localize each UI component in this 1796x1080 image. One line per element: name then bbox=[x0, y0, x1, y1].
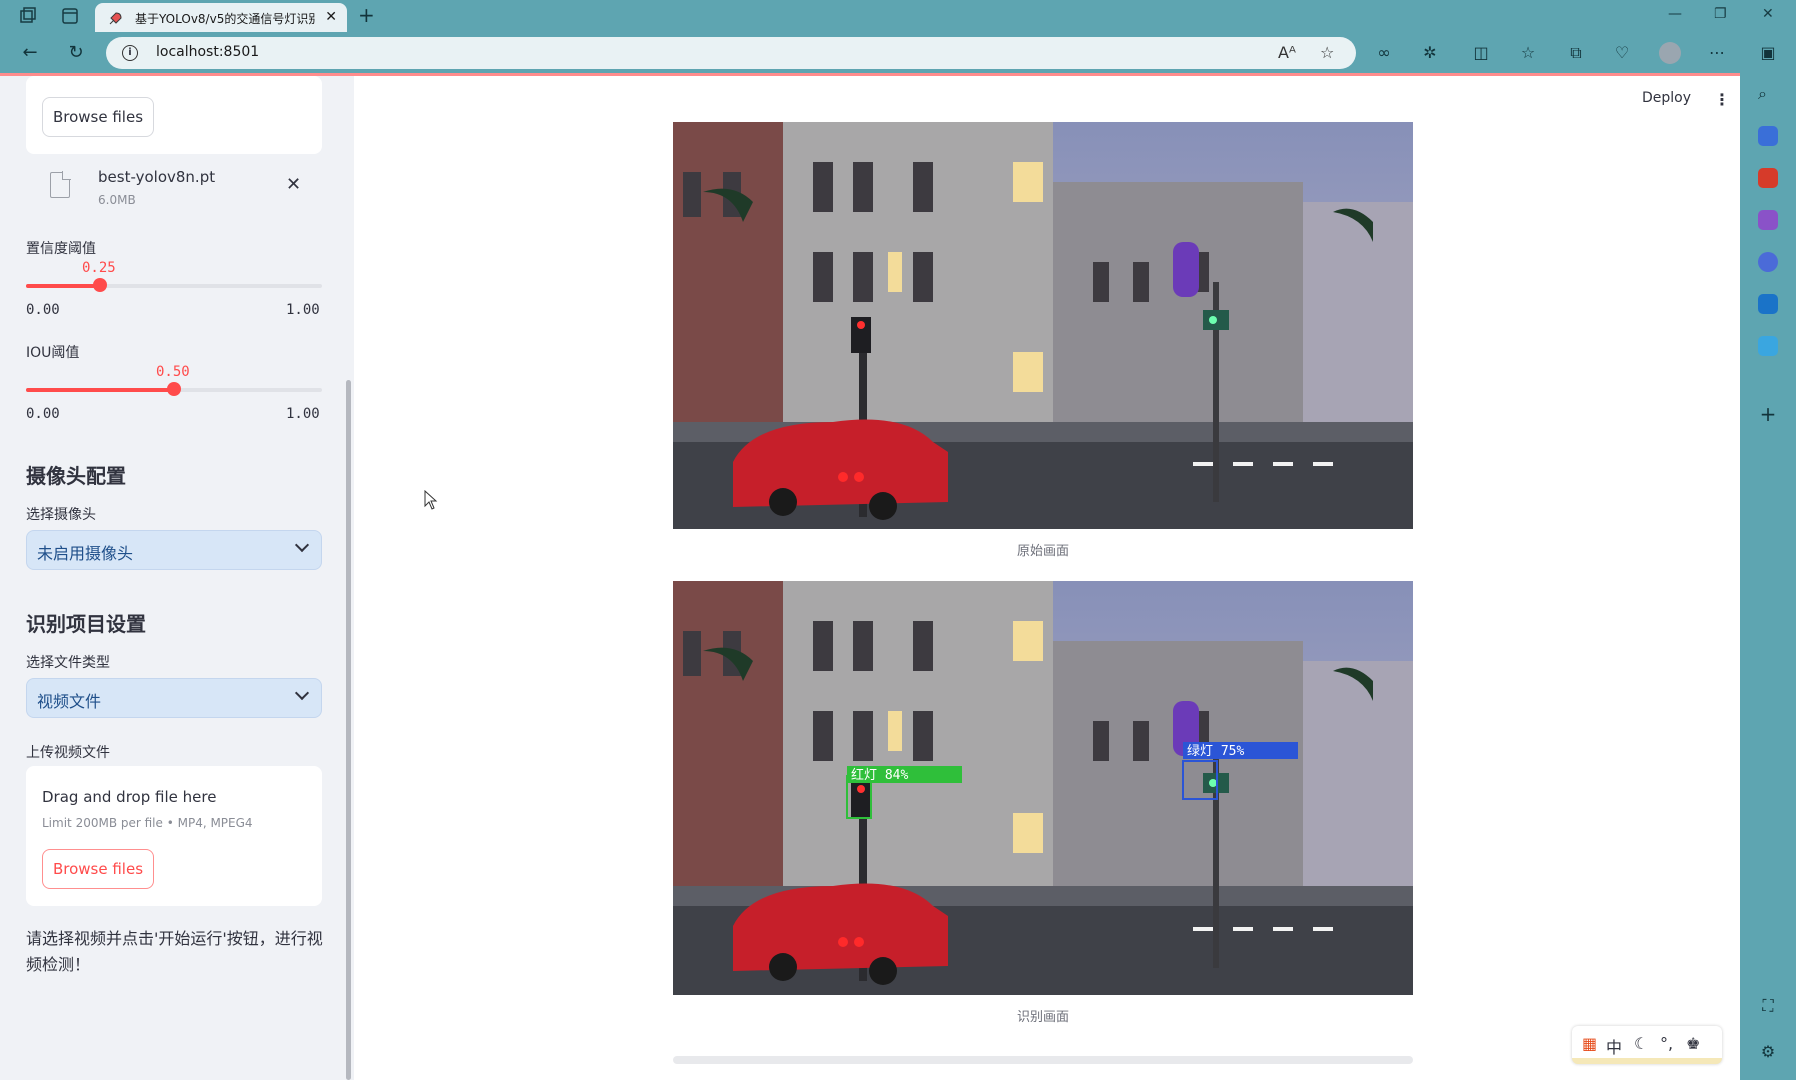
chevron-down-icon bbox=[294, 685, 310, 701]
new-tab-icon[interactable]: + bbox=[358, 3, 375, 27]
screenshot-icon[interactable]: ⛶ bbox=[1758, 996, 1778, 1016]
detection-label-red: 红灯 84% bbox=[851, 767, 908, 783]
copilot-infinity-icon[interactable]: ∞ bbox=[1374, 43, 1394, 63]
file-type-select-value: 视频文件 bbox=[37, 692, 102, 711]
profile-avatar[interactable] bbox=[1659, 42, 1681, 64]
file-type-select[interactable]: 视频文件 bbox=[26, 678, 322, 718]
skin-shirt-icon[interactable]: ♚ bbox=[1686, 1034, 1700, 1053]
browser-essentials-icon[interactable]: ♡ bbox=[1612, 43, 1632, 63]
address-bar[interactable]: i localhost:8501 Aᴬ ☆ bbox=[106, 37, 1356, 69]
iou-min: 0.00 bbox=[26, 406, 60, 422]
add-sidebar-app-icon[interactable]: + bbox=[1758, 402, 1778, 426]
rocket-icon bbox=[107, 11, 123, 30]
iou-max: 1.00 bbox=[286, 406, 320, 422]
original-video-frame bbox=[673, 122, 1413, 529]
chevron-down-icon bbox=[294, 537, 310, 553]
deploy-button[interactable]: Deploy bbox=[1642, 90, 1691, 106]
url-text: localhost:8501 bbox=[156, 44, 260, 60]
browser-toolbar: ← ↻ i localhost:8501 Aᴬ ☆ ∞ ✲ ◫ ☆ ⧉ ♡ ⋯ … bbox=[0, 32, 1796, 74]
uploaded-file-size: 6.0MB bbox=[98, 193, 136, 207]
dropzone-limit: Limit 200MB per file • MP4, MPEG4 bbox=[42, 816, 253, 830]
file-icon bbox=[50, 171, 71, 198]
ime-mode[interactable]: 中 bbox=[1606, 1034, 1622, 1058]
back-icon[interactable]: ← bbox=[18, 41, 42, 65]
minimize-icon[interactable]: — bbox=[1668, 6, 1682, 22]
more-menu-icon[interactable]: ⋯ bbox=[1707, 43, 1727, 63]
site-info-icon[interactable]: i bbox=[122, 45, 138, 61]
confidence-slider[interactable] bbox=[26, 278, 322, 292]
file-type-label: 选择文件类型 bbox=[26, 655, 110, 671]
iou-slider-thumb[interactable] bbox=[167, 382, 181, 396]
camera-select-value: 未启用摄像头 bbox=[37, 544, 134, 563]
camera-select[interactable]: 未启用摄像头 bbox=[26, 530, 322, 570]
tab-title: 基于YOLOv8/v5的交通信号灯识别 bbox=[135, 12, 315, 26]
dropzone-text: Drag and drop file here bbox=[42, 788, 217, 806]
moon-icon[interactable]: ☾ bbox=[1634, 1034, 1648, 1053]
iou-value: 0.50 bbox=[156, 364, 190, 380]
progress-element bbox=[673, 1056, 1413, 1064]
favorite-star-icon[interactable]: ☆ bbox=[1320, 43, 1334, 62]
outlook-icon[interactable] bbox=[1758, 294, 1778, 314]
games-icon[interactable] bbox=[1758, 210, 1778, 230]
detected-caption: 识别画面 bbox=[1016, 1010, 1069, 1025]
confidence-value: 0.25 bbox=[82, 260, 116, 276]
iou-slider-fill bbox=[26, 388, 174, 392]
video-upload-label: 上传视频文件 bbox=[26, 745, 110, 761]
active-tab[interactable]: 基于YOLOv8/v5的交通信号灯识别 ✕ bbox=[95, 3, 347, 32]
close-tab-icon[interactable]: ✕ bbox=[325, 9, 337, 25]
browse-video-button[interactable]: Browse files bbox=[42, 849, 154, 889]
mouse-cursor-icon bbox=[424, 490, 438, 510]
street-scene-image: 红灯 84% 绿灯 75% bbox=[673, 581, 1413, 995]
refresh-icon[interactable]: ↻ bbox=[64, 41, 88, 65]
iou-label: IOU阈值 bbox=[26, 345, 80, 361]
confidence-slider-fill bbox=[26, 284, 100, 288]
street-scene-image bbox=[673, 122, 1413, 529]
shopping-tag-icon[interactable] bbox=[1758, 126, 1778, 146]
tools-briefcase-icon[interactable] bbox=[1758, 168, 1778, 188]
iou-slider[interactable] bbox=[26, 382, 322, 396]
workspaces-icon[interactable] bbox=[18, 6, 38, 26]
detect-section-title: 识别项目设置 bbox=[26, 612, 146, 636]
settings-gear-icon[interactable]: ⚙ bbox=[1758, 1042, 1778, 1062]
confidence-min: 0.00 bbox=[26, 302, 60, 318]
sidebar-toggle-icon[interactable]: ▣ bbox=[1758, 43, 1778, 63]
collections-icon[interactable]: ⧉ bbox=[1566, 43, 1586, 63]
microsoft-365-icon[interactable] bbox=[1758, 252, 1778, 272]
detection-label-green: 绿灯 75% bbox=[1187, 744, 1244, 759]
confidence-max: 1.00 bbox=[286, 302, 320, 318]
read-aloud-icon[interactable]: Aᴬ bbox=[1278, 43, 1296, 62]
confidence-slider-thumb[interactable] bbox=[93, 278, 107, 292]
main-menu-icon[interactable]: ⋮ bbox=[1714, 90, 1730, 109]
browse-model-button[interactable]: Browse files bbox=[42, 97, 154, 137]
camera-select-label: 选择摄像头 bbox=[26, 507, 96, 523]
ime-toolbar[interactable]: ▦ 中 ☾ °, ♚ bbox=[1572, 1026, 1722, 1064]
sidebar-scrollbar[interactable] bbox=[346, 380, 351, 1080]
tab-actions-icon[interactable] bbox=[60, 6, 80, 26]
split-screen-icon[interactable]: ◫ bbox=[1471, 43, 1491, 63]
confidence-label: 置信度阈值 bbox=[26, 241, 96, 257]
favorites-icon[interactable]: ☆ bbox=[1518, 43, 1538, 63]
close-window-icon[interactable]: ✕ bbox=[1762, 6, 1774, 22]
uploaded-file-name: best-yolov8n.pt bbox=[98, 168, 216, 186]
send-drop-icon[interactable] bbox=[1758, 336, 1778, 356]
extensions-icon[interactable]: ✲ bbox=[1420, 43, 1440, 63]
search-icon[interactable]: ⌕ bbox=[1758, 84, 1778, 104]
original-caption: 原始画面 bbox=[1016, 544, 1069, 559]
browser-edge-sidebar: ⌕ + ⛶ ⚙ bbox=[1740, 74, 1796, 1080]
remove-file-icon[interactable]: ✕ bbox=[286, 174, 301, 195]
camera-section-title: 摄像头配置 bbox=[26, 464, 126, 488]
detected-video-frame: 红灯 84% 绿灯 75% bbox=[673, 581, 1413, 995]
punctuation-icon[interactable]: °, bbox=[1660, 1034, 1673, 1053]
hint-text: 请选择视频并点击'开始运行'按钮，进行视频检测！ bbox=[26, 929, 323, 974]
ime-logo-icon: ▦ bbox=[1582, 1034, 1598, 1053]
browser-tab-bar: 基于YOLOv8/v5的交通信号灯识别 ✕ + — ❐ ✕ bbox=[0, 0, 1796, 32]
restore-icon[interactable]: ❐ bbox=[1714, 6, 1727, 22]
